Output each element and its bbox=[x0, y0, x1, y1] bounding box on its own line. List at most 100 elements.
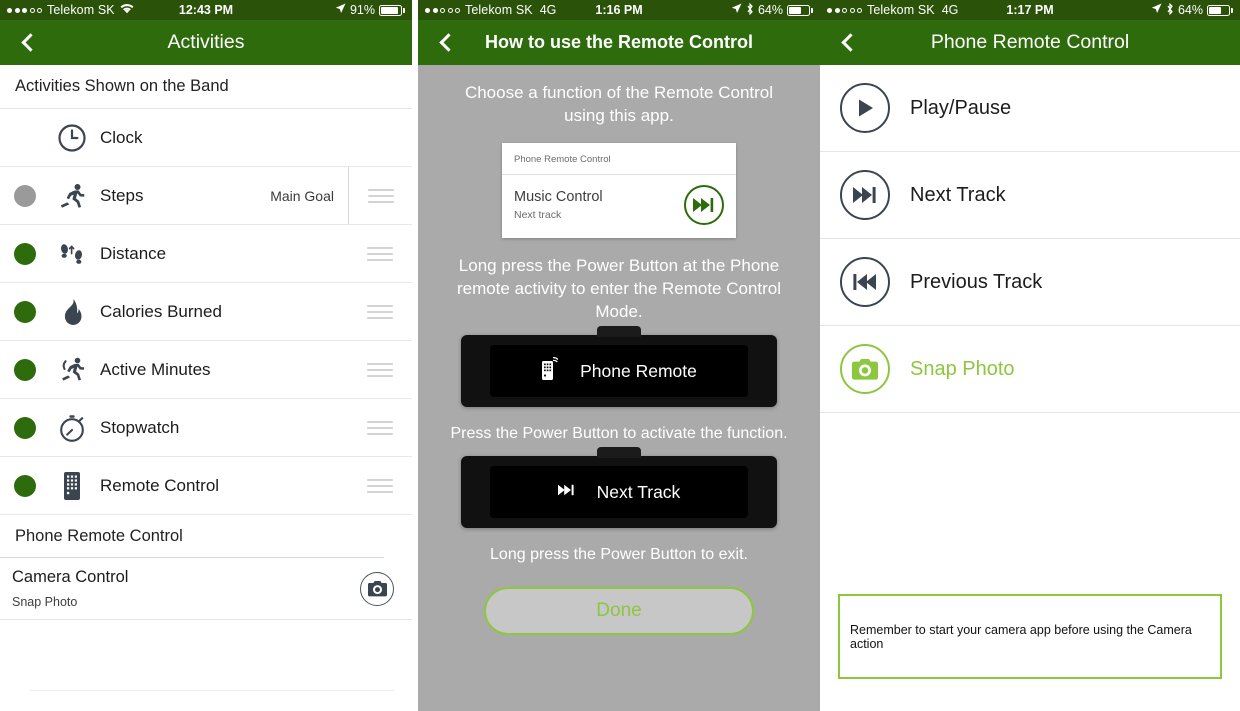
toggle-remote-control[interactable] bbox=[0, 474, 50, 497]
list-item-stopwatch[interactable]: Stopwatch bbox=[0, 399, 412, 457]
camera-control-subtitle: Snap Photo bbox=[12, 595, 78, 609]
list-item-active-minutes[interactable]: Active Minutes bbox=[0, 341, 412, 399]
list-item-label: Remote Control bbox=[100, 475, 220, 495]
list-item-snap-photo[interactable]: Snap Photo bbox=[820, 326, 1240, 413]
sub-section-header: Phone Remote Control bbox=[15, 526, 183, 545]
band-mockup-next-track: Next Track bbox=[461, 447, 777, 528]
tutorial-caption-2: Long press the Power Button at the Phone… bbox=[456, 256, 782, 321]
toggle-dot-on bbox=[14, 242, 36, 265]
toggle-dot-on bbox=[14, 300, 36, 323]
toggle-steps[interactable] bbox=[0, 184, 50, 207]
flame-icon bbox=[50, 298, 94, 326]
list-item-label: Active Minutes bbox=[100, 359, 211, 379]
list-item-clock[interactable]: Clock bbox=[0, 109, 412, 167]
status-bar: Telekom SK 4G 1:16 PM 64% bbox=[418, 0, 820, 20]
toggle-calories[interactable] bbox=[0, 300, 50, 323]
network-label: 4G bbox=[539, 3, 557, 17]
list-item-label: Play/Pause bbox=[910, 96, 1012, 119]
camera-control-row[interactable]: Camera Control Snap Photo bbox=[0, 558, 412, 620]
list-item-steps[interactable]: Steps Main Goal bbox=[0, 167, 412, 225]
tutorial-caption-3: Press the Power Button to activate the f… bbox=[450, 425, 788, 442]
play-icon bbox=[840, 83, 890, 133]
camera-icon bbox=[840, 344, 890, 394]
previous-track-icon bbox=[840, 257, 890, 307]
camera-icon[interactable] bbox=[360, 571, 394, 606]
list-item-calories-burned[interactable]: Calories Burned bbox=[0, 283, 412, 341]
drag-handle[interactable] bbox=[348, 225, 412, 282]
main-goal-badge: Main Goal bbox=[270, 187, 334, 204]
active-runner-icon bbox=[50, 356, 94, 384]
drag-handle[interactable] bbox=[348, 283, 412, 340]
card-header: Phone Remote Control bbox=[502, 143, 736, 175]
toggle-stopwatch[interactable] bbox=[0, 416, 50, 439]
list-item-next-track[interactable]: Next Track bbox=[820, 152, 1240, 239]
footsteps-icon bbox=[50, 240, 94, 268]
remote-icon bbox=[50, 471, 94, 501]
list-item-label: Steps bbox=[100, 185, 144, 205]
list-item-remote-control[interactable]: Remote Control bbox=[0, 457, 412, 515]
back-button[interactable] bbox=[0, 33, 56, 52]
list-item-previous-track[interactable]: Previous Track bbox=[820, 239, 1240, 326]
drag-handle[interactable] bbox=[348, 341, 412, 398]
status-right: 91% bbox=[335, 3, 405, 17]
next-track-icon bbox=[684, 185, 724, 225]
list-item-label: Next Track bbox=[910, 183, 1006, 206]
next-track-icon bbox=[840, 170, 890, 220]
toggle-dot-off bbox=[14, 184, 36, 207]
tutorial-caption-4: Long press the Power Button to exit. bbox=[490, 546, 748, 563]
list-item-distance[interactable]: Distance bbox=[0, 225, 412, 283]
page-title: Activities bbox=[167, 31, 245, 53]
running-icon bbox=[50, 182, 94, 210]
bottom-divider bbox=[30, 690, 394, 691]
clock-icon bbox=[50, 123, 94, 153]
network-label: 4G bbox=[941, 3, 959, 17]
camera-reminder-note: Remember to start your camera app before… bbox=[838, 594, 1222, 679]
band-mockup-phone-remote: Phone Remote bbox=[461, 326, 777, 407]
tutorial-body: Choose a function of the Remote Control … bbox=[418, 65, 820, 711]
list-item-label: Clock bbox=[100, 127, 143, 147]
location-arrow-icon bbox=[731, 3, 742, 17]
done-button[interactable]: Done bbox=[484, 587, 754, 635]
list-item-play-pause[interactable]: Play/Pause bbox=[820, 65, 1240, 152]
section-header: Activities Shown on the Band bbox=[0, 65, 412, 109]
drag-handle[interactable] bbox=[348, 167, 412, 224]
battery-percent-label: 91% bbox=[349, 3, 375, 17]
carrier-label: Telekom SK bbox=[47, 3, 115, 17]
done-button-wrap: Done bbox=[432, 565, 806, 635]
tutorial-caption-1: Choose a function of the Remote Control … bbox=[464, 83, 774, 125]
nav-bar: Activities bbox=[0, 20, 412, 65]
location-arrow-icon bbox=[1151, 3, 1162, 17]
drag-handle[interactable] bbox=[348, 399, 412, 456]
drag-handle[interactable] bbox=[348, 457, 412, 514]
status-right: 64% bbox=[731, 2, 813, 18]
back-button[interactable] bbox=[820, 33, 876, 52]
battery-icon bbox=[379, 4, 405, 16]
stopwatch-icon bbox=[50, 413, 94, 443]
toggle-dot-on bbox=[14, 416, 36, 439]
next-track-icon bbox=[557, 483, 575, 501]
panel-activities: Telekom SK 12:43 PM 91% Activities Activ… bbox=[0, 0, 412, 711]
band-button-nub bbox=[597, 447, 641, 458]
back-button[interactable] bbox=[418, 33, 474, 52]
bluetooth-icon bbox=[746, 2, 754, 18]
toggle-active-minutes[interactable] bbox=[0, 358, 50, 381]
card-body: Music Control Next track bbox=[502, 175, 736, 238]
toggle-distance[interactable] bbox=[0, 242, 50, 265]
camera-control-title: Camera Control bbox=[12, 568, 129, 586]
signal-dots-icon bbox=[425, 7, 460, 13]
carrier-label: Telekom SK bbox=[867, 3, 935, 17]
status-bar: Telekom SK 12:43 PM 91% bbox=[0, 0, 412, 20]
three-panel-screenshot: Telekom SK 12:43 PM 91% Activities Activ… bbox=[0, 0, 1240, 711]
remote-signal-icon bbox=[541, 356, 559, 386]
band-screen: Next Track bbox=[490, 466, 748, 518]
wifi-icon bbox=[120, 3, 134, 17]
remote-control-card-mockup: Phone Remote Control Music Control Next … bbox=[502, 143, 736, 238]
band-label: Phone Remote bbox=[580, 360, 697, 381]
nav-bar: How to use the Remote Control bbox=[418, 20, 820, 65]
card-title: Music Control bbox=[514, 189, 603, 205]
toggle-dot-on bbox=[14, 358, 36, 381]
toggle-dot-on bbox=[14, 474, 36, 497]
list-item-label: Calories Burned bbox=[100, 301, 222, 321]
battery-percent-label: 64% bbox=[1177, 3, 1203, 17]
status-left: Telekom SK 4G bbox=[827, 3, 958, 17]
